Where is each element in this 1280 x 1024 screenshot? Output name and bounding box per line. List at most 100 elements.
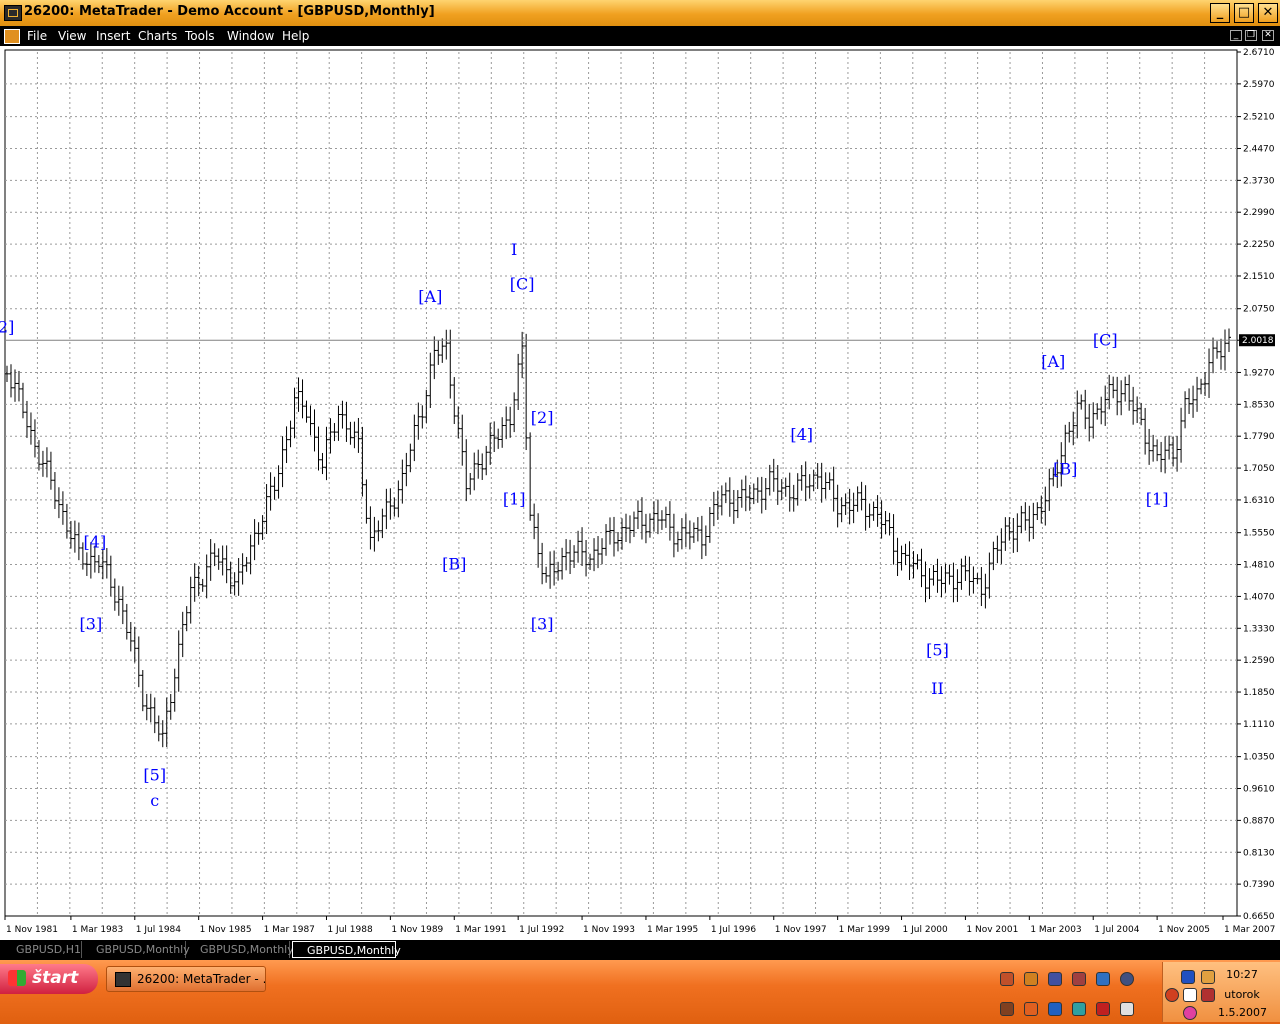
wave-label: [C] [510, 274, 535, 293]
x-tick-label: 1 Nov 1997 [775, 925, 827, 935]
mdi-close-button[interactable]: ✕ [1262, 30, 1274, 41]
x-tick-label: 1 Jul 1992 [519, 925, 564, 935]
x-tick-label: 1 Mar 1987 [264, 925, 315, 935]
quicklaunch-icon-8[interactable] [1024, 1002, 1038, 1016]
tab-gbpusd-monthly-1[interactable]: GBPUSD,Monthly [82, 941, 190, 958]
menu-window[interactable]: Window [227, 29, 274, 43]
wave-label: [4] [84, 533, 107, 552]
metatrader-app-icon[interactable] [4, 5, 22, 21]
quicklaunch-icon-7[interactable] [1000, 1002, 1014, 1016]
y-tick-label: 2.6710 [1243, 48, 1275, 58]
tray-app-icon[interactable] [1201, 988, 1215, 1002]
start-button[interactable]: štart [0, 964, 98, 994]
shield-icon[interactable] [1181, 970, 1195, 984]
y-tick-label: 1.4810 [1243, 561, 1275, 571]
quicklaunch-icon-1[interactable] [1000, 972, 1014, 986]
chart-window-icon[interactable] [4, 29, 20, 44]
window-title: 26200: MetaTrader - Demo Account - [GBPU… [24, 4, 435, 19]
y-tick-label: 2.5210 [1243, 113, 1275, 123]
x-tick-label: 1 Mar 1995 [647, 925, 698, 935]
quicklaunch-icon-11[interactable] [1096, 1002, 1110, 1016]
menu-tools[interactable]: Tools [185, 29, 215, 43]
menu-help[interactable]: Help [282, 29, 309, 43]
x-tick-label: 1 Jul 2004 [1094, 925, 1139, 935]
chevron-left-icon[interactable] [1165, 988, 1179, 1002]
y-tick-label: 0.8130 [1243, 848, 1275, 858]
wave-label: I [511, 240, 517, 259]
tab-gbpusd-h1[interactable]: GBPUSD,H1 [2, 941, 82, 958]
security-icon[interactable] [1183, 988, 1197, 1002]
quicklaunch-icon-2[interactable] [1024, 972, 1038, 986]
quicklaunch-icon-3[interactable] [1048, 972, 1062, 986]
close-button[interactable]: ✕ [1258, 3, 1278, 23]
window-title-bar: 26200: MetaTrader - Demo Account - [GBPU… [0, 0, 1280, 26]
minimize-button[interactable]: _ [1210, 3, 1230, 23]
quicklaunch-icon-10[interactable] [1072, 1002, 1086, 1016]
y-tick-label: 1.3330 [1243, 624, 1275, 634]
menu-view[interactable]: View [58, 29, 86, 43]
wave-label: [1] [1146, 490, 1169, 509]
y-tick-label: 2.0750 [1243, 305, 1275, 315]
clock-time: 10:27 [1226, 968, 1258, 981]
menu-charts[interactable]: Charts [138, 29, 177, 43]
quicklaunch-icon-12[interactable] [1120, 1002, 1134, 1016]
quicklaunch-icon-4[interactable] [1072, 972, 1086, 986]
quicklaunch-icon-9[interactable] [1048, 1002, 1062, 1016]
flower-icon[interactable] [1183, 1006, 1197, 1020]
wave-label: c [150, 791, 159, 810]
y-tick-label: 2.1510 [1243, 272, 1275, 282]
clock-day: utorok [1224, 988, 1260, 1001]
tab-gbpusd-monthly-2[interactable]: GBPUSD,Monthly [186, 941, 294, 958]
y-tick-label: 1.9270 [1243, 368, 1275, 378]
wave-label: [5] [926, 640, 949, 659]
clock-date: 1.5.2007 [1218, 1006, 1267, 1019]
x-tick-label: 1 Jul 1984 [136, 925, 181, 935]
wave-label: [4] [790, 425, 813, 444]
y-tick-label: 1.7050 [1243, 464, 1275, 474]
y-tick-label: 0.6650 [1243, 912, 1275, 922]
y-tick-label: 1.5550 [1243, 529, 1275, 539]
menu-insert[interactable]: Insert [96, 29, 130, 43]
quicklaunch-icon-6[interactable] [1120, 972, 1134, 986]
y-tick-label: 2.2250 [1243, 240, 1275, 250]
price-chart[interactable]: 2.6710 2.5970 2.5210 2.4470 2.3730 2.2990 2.22… [0, 46, 1280, 940]
x-tick-label: 1 Jul 1988 [327, 925, 372, 935]
wave-label: [3] [531, 615, 554, 634]
mdi-restore-button[interactable]: ❐ [1245, 30, 1257, 41]
wave-label: [5] [143, 765, 166, 784]
start-label: štart [32, 968, 79, 988]
y-tick-label: 1.4070 [1243, 592, 1275, 602]
x-tick-label: 1 Mar 1983 [72, 925, 123, 935]
chart-tab-bar: GBPUSD,H1 GBPUSD,Monthly GBPUSD,Monthly … [0, 940, 1280, 960]
wave-label: [2] [0, 317, 14, 336]
x-tick-label: 1 Nov 2001 [966, 925, 1018, 935]
network-icon[interactable] [1201, 970, 1215, 984]
y-tick-label: 1.0350 [1243, 753, 1275, 763]
wave-label: [A] [1041, 352, 1065, 371]
x-tick-label: 1 Nov 1981 [6, 925, 58, 935]
task-label: 26200: MetaTrader - ... [137, 972, 266, 986]
tab-gbpusd-monthly-active[interactable]: GBPUSD,Monthly [292, 941, 401, 958]
y-tick-label: 2.2990 [1243, 208, 1275, 218]
y-tick-label: 0.9610 [1243, 785, 1275, 795]
chart-area[interactable]: 2.6710 2.5970 2.5210 2.4470 2.3730 2.2990 2.22… [0, 46, 1280, 940]
y-tick-label: 2.3730 [1243, 176, 1275, 186]
x-tick-label: 1 Jul 2000 [903, 925, 948, 935]
menu-file[interactable]: File [27, 29, 47, 43]
taskbar-metatrader-button[interactable]: 26200: MetaTrader - ... [106, 966, 266, 992]
mdi-minimize-button[interactable]: _ [1230, 30, 1242, 41]
y-tick-label: 1.1850 [1243, 688, 1275, 698]
x-tick-label: 1 Nov 1993 [583, 925, 635, 935]
quicklaunch-icon-5[interactable] [1096, 972, 1110, 986]
y-tick-label: 1.6310 [1243, 496, 1275, 506]
maximize-button[interactable]: □ [1234, 3, 1254, 23]
x-tick-label: 1 Jul 1996 [711, 925, 756, 935]
x-tick-label: 1 Mar 2007 [1224, 925, 1275, 935]
x-tick-label: 1 Mar 2003 [1030, 925, 1081, 935]
windows-flag-icon [8, 970, 26, 986]
current-price-label: 2.0018 [1242, 336, 1274, 346]
y-tick-label: 0.8870 [1243, 816, 1275, 826]
menu-bar: File View Insert Charts Tools Window Hel… [0, 26, 1280, 46]
y-tick-label: 1.8530 [1243, 400, 1275, 410]
x-tick-label: 1 Nov 1985 [200, 925, 252, 935]
